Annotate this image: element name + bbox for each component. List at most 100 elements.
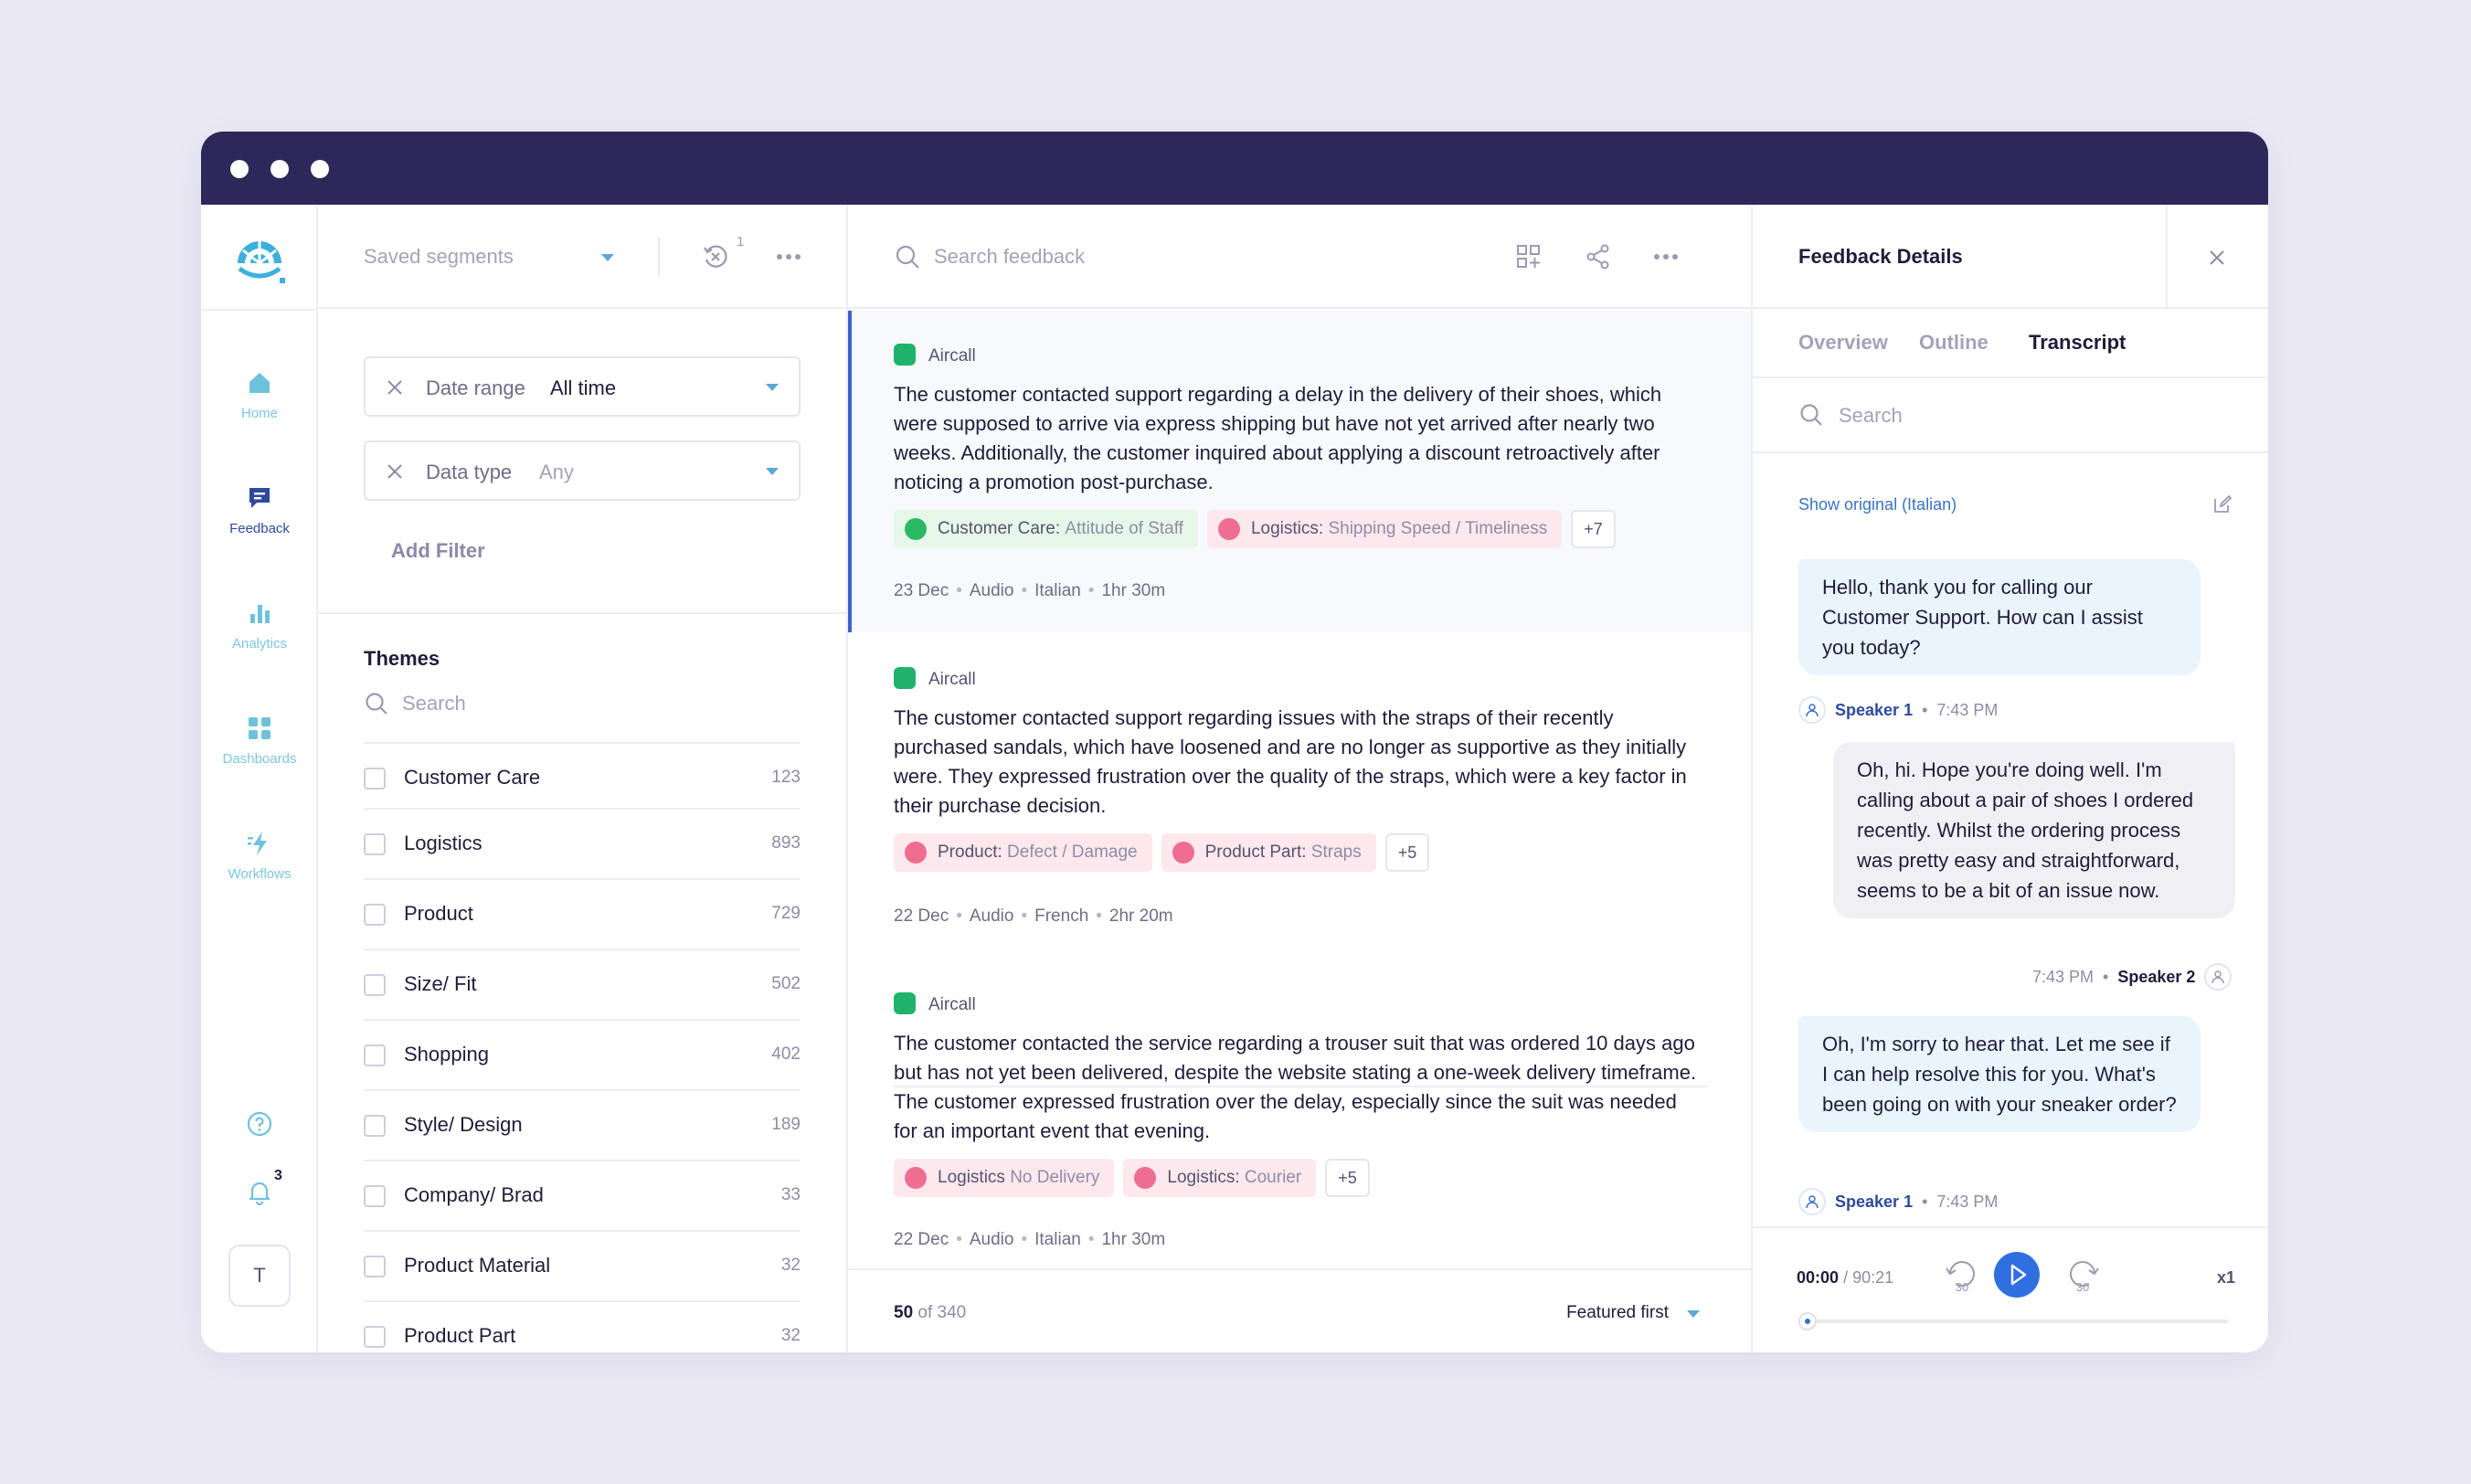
meta-language: French [1034,906,1089,926]
chevron-down-icon[interactable] [766,468,779,475]
nav-label: Home [240,406,278,421]
close-icon[interactable] [386,462,404,481]
theme-tag[interactable]: Logistics No Delivery [894,1159,1115,1197]
nav-item-feedback[interactable]: Feedback [201,484,318,536]
date-range-filter[interactable]: Date range All time [364,356,801,417]
tag-subtheme: Defect / Damage [1007,843,1138,862]
analytics-icon [250,605,270,623]
clear-filters-icon[interactable] [702,243,729,270]
theme-name: Shopping [404,1043,489,1065]
theme-checkbox[interactable] [364,833,386,855]
theme-tag[interactable]: Logistics: Shipping Speed / Timeliness [1206,510,1563,548]
data-type-filter[interactable]: Data type Any [364,440,801,501]
edit-icon[interactable] [2211,493,2233,515]
window-dot[interactable] [311,160,329,178]
window-dot[interactable] [230,160,249,178]
show-original-link[interactable]: Show original (Italian) [1798,495,1957,514]
filter-value: Any [539,461,574,483]
chevron-down-icon[interactable] [1687,1310,1700,1318]
theme-count: 893 [771,833,801,853]
transcript-search-input[interactable]: Search [1839,404,1903,428]
skip-back-icon[interactable]: 30 [1943,1256,1981,1294]
theme-item[interactable]: Customer Care 123 [364,742,801,812]
themes-search-input[interactable]: Search [402,692,466,716]
app-logo-icon[interactable] [232,232,287,287]
add-filter-button[interactable]: Add Filter [391,539,485,563]
add-widget-icon[interactable] [1515,243,1543,270]
filter-count-badge: 1 [737,234,745,249]
theme-checkbox[interactable] [364,1115,386,1137]
bell-icon[interactable] [245,1177,274,1206]
message-time: 7:43 PM [1936,1192,1999,1211]
nav-item-analytics[interactable]: Analytics [201,599,318,652]
nav-item-home[interactable]: Home [201,369,318,421]
feedback-text: The customer contacted support regarding… [894,706,1687,817]
chevron-down-icon[interactable] [601,254,614,261]
close-icon[interactable] [2208,249,2226,267]
theme-tag[interactable]: Product Part: Straps [1161,833,1376,872]
theme-item[interactable]: Product 729 [364,878,801,949]
more-tags-button[interactable]: +5 [1325,1159,1370,1197]
filters-panel: Saved segments 1 Date range All time Dat… [318,205,848,1352]
nav-item-dashboards[interactable]: Dashboards [201,715,318,767]
tab-outline[interactable]: Outline [1919,331,1988,355]
more-options-icon[interactable] [1652,250,1680,263]
theme-item[interactable]: Product Part 32 [364,1300,801,1352]
skip-forward-icon[interactable]: 30 [2063,1256,2102,1294]
window-titlebar [201,132,2268,205]
theme-checkbox[interactable] [364,768,386,790]
meta-language: Italian [1034,581,1081,600]
theme-checkbox[interactable] [364,1044,386,1066]
message-time: 7:43 PM [2032,967,2095,986]
progress-track[interactable] [1798,1312,2228,1330]
user-avatar[interactable]: T [228,1245,291,1307]
theme-checkbox[interactable] [364,1326,386,1348]
theme-item[interactable]: Size/ Fit 502 [364,949,801,1019]
theme-item[interactable]: Company/ Brad 33 [364,1160,801,1230]
help-icon[interactable] [245,1109,274,1139]
theme-checkbox[interactable] [364,1185,386,1207]
theme-checkbox[interactable] [364,1256,386,1277]
theme-tag[interactable]: Customer Care: Attitude of Staff [894,510,1198,548]
tag-subtheme: Straps [1310,843,1362,862]
tag-category: Product: [938,843,1002,862]
theme-item[interactable]: Shopping 402 [364,1019,801,1089]
filter-value: All time [550,376,617,399]
more-options-icon[interactable] [775,250,802,263]
aircall-icon [894,667,916,689]
saved-segments-select[interactable]: Saved segments [364,245,514,269]
feedback-card[interactable]: Aircall The customer contacted support r… [848,634,1751,961]
share-icon[interactable] [1585,243,1612,270]
playback-time: 00:00 / 90:21 [1797,1268,1893,1288]
close-icon[interactable] [386,378,404,397]
theme-item[interactable]: Logistics 893 [364,808,801,878]
workflows-icon [248,832,267,855]
sort-select[interactable]: Featured first [1566,1303,1669,1323]
feedback-card[interactable]: Aircall The customer contacted support r… [848,311,1751,632]
theme-checkbox[interactable] [364,974,386,996]
feedback-header: Search feedback [848,205,1751,309]
theme-tag[interactable]: Product: Defect / Damage [894,833,1152,872]
theme-tag[interactable]: Logistics: Courier [1123,1159,1317,1197]
feedback-source: Aircall [894,992,976,1016]
chevron-down-icon[interactable] [766,384,779,391]
progress-knob[interactable] [1798,1312,1817,1330]
theme-item[interactable]: Product Material 32 [364,1230,801,1300]
window-dot[interactable] [270,160,289,178]
feedback-card[interactable]: Aircall The customer contacted the servi… [848,959,1751,1270]
more-tags-button[interactable]: +7 [1571,510,1616,548]
tab-overview[interactable]: Overview [1798,331,1888,355]
playback-speed-button[interactable]: x1 [2217,1268,2235,1288]
home-icon [249,373,270,393]
nav-item-workflows[interactable]: Workflows [201,830,318,882]
transcript-message: Oh, I'm sorry to hear that. Let me see i… [1798,1016,2201,1132]
search-icon [896,245,919,269]
more-tags-button[interactable]: +5 [1384,833,1430,872]
meta-language: Italian [1034,1230,1081,1249]
tag-subtheme: No Delivery [1010,1168,1100,1187]
theme-item[interactable]: Style/ Design 189 [364,1089,801,1160]
tab-transcript[interactable]: Transcript [2029,331,2126,355]
search-feedback-input[interactable]: Search feedback [934,245,1085,269]
theme-checkbox[interactable] [364,904,386,926]
play-button[interactable] [1994,1252,2040,1298]
